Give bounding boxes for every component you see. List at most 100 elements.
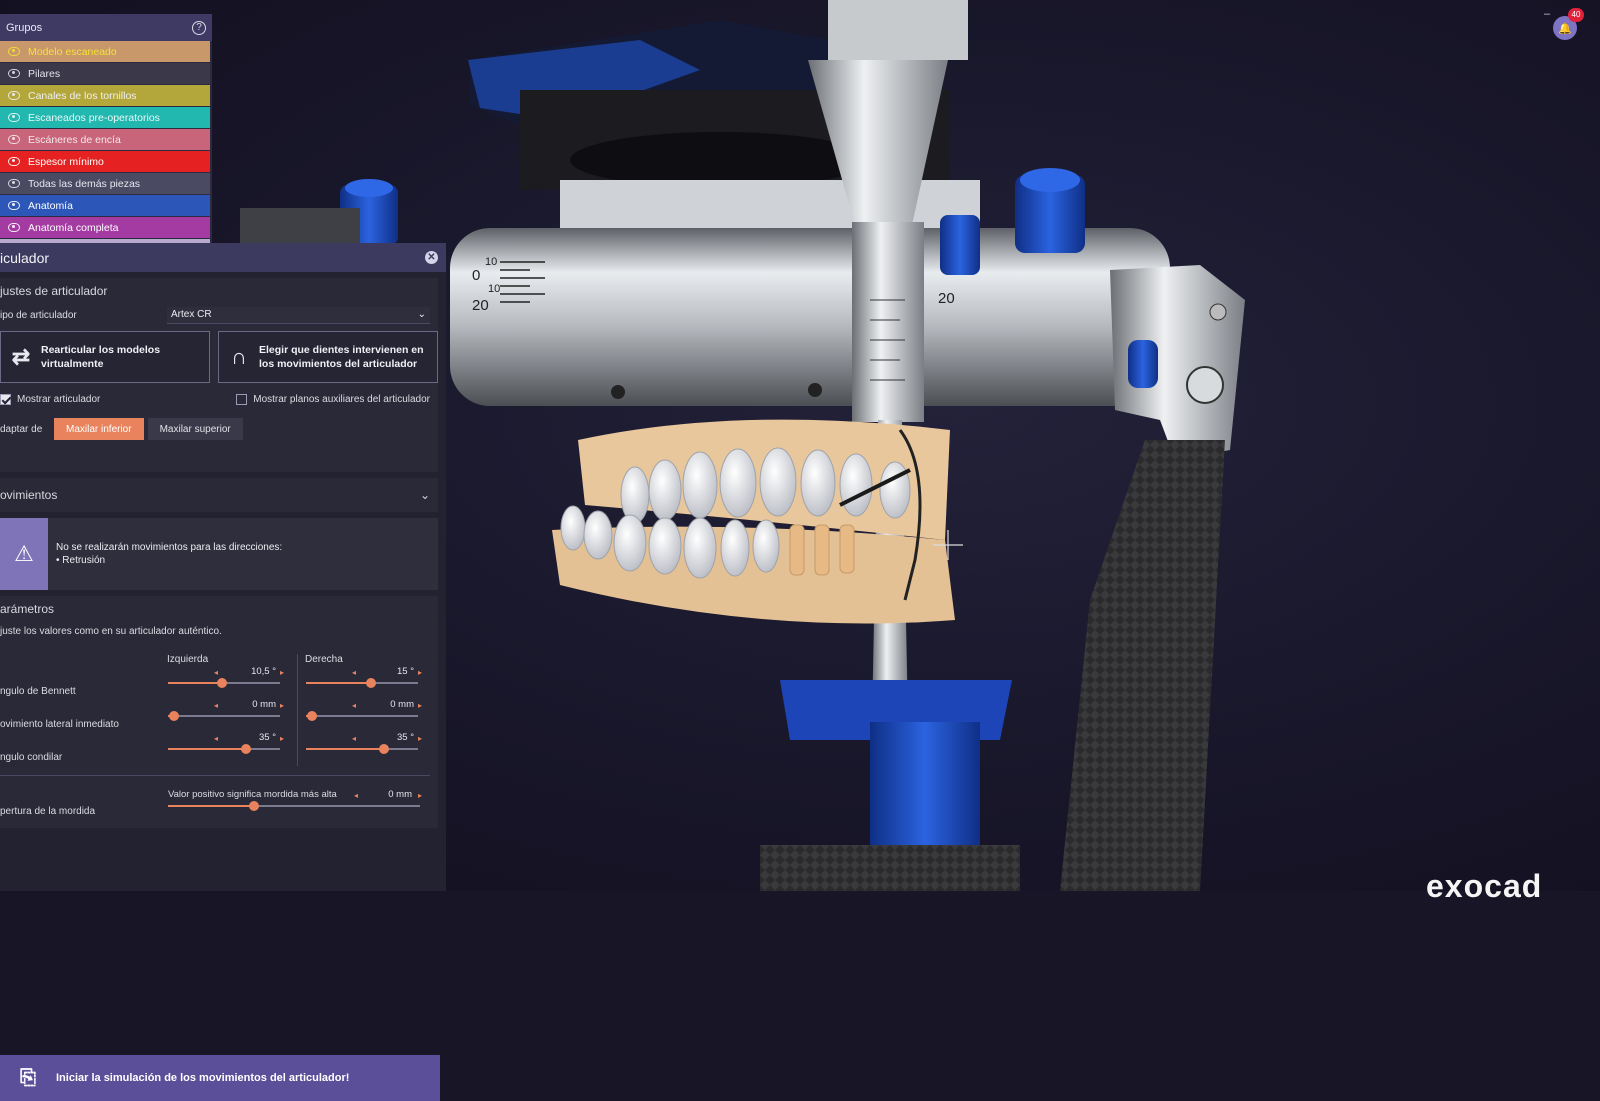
decrement-arrow-icon[interactable]: ◂	[214, 668, 218, 677]
eye-icon[interactable]	[8, 201, 20, 210]
groups-title: Grupos	[6, 21, 43, 34]
eye-icon[interactable]	[8, 157, 20, 166]
start-simulation-label: Iniciar la simulación de los movimientos…	[56, 1072, 350, 1084]
parameter-value-left[interactable]: 0 mm	[230, 699, 276, 710]
parameter-value-right[interactable]: 0 mm	[368, 699, 414, 710]
group-row[interactable]: Escáneres de encía	[0, 129, 210, 150]
help-icon[interactable]: ?	[192, 20, 206, 35]
slider-fill	[168, 805, 254, 807]
increment-arrow-icon[interactable]: ▸	[418, 791, 422, 800]
increment-arrow-icon[interactable]: ▸	[280, 668, 284, 677]
choose-teeth-button[interactable]: ∩ Elegir que dientes intervienen en los …	[218, 331, 438, 383]
decrement-arrow-icon[interactable]: ◂	[352, 734, 356, 743]
articulator-sim-icon: ⎘	[20, 1066, 36, 1089]
group-row[interactable]: Espesor mínimo	[0, 151, 210, 172]
slider-fill	[306, 682, 371, 684]
parameter-slider-left[interactable]	[168, 744, 280, 754]
bite-opening-value[interactable]: 0 mm	[372, 789, 412, 800]
group-row[interactable]: Escaneados pre-operatorios	[0, 107, 210, 128]
start-simulation-button[interactable]: ⎘ Iniciar la simulación de los movimient…	[0, 1055, 440, 1101]
rearticulate-button[interactable]: ⇄ Rearticular los modelos virtualmente	[0, 331, 210, 383]
swap-arrows-icon: ⇄	[11, 344, 31, 369]
dental-arch-icon: ∩	[231, 344, 247, 369]
group-row[interactable]: Anatomía completa	[0, 217, 210, 238]
scale-mark: 0	[472, 267, 480, 284]
eye-icon[interactable]	[8, 135, 20, 144]
group-row[interactable]: Pilares	[0, 63, 210, 84]
eye-icon[interactable]	[8, 47, 20, 56]
tab-lower-jaw[interactable]: Maxilar inferior	[54, 418, 144, 440]
show-articulator-checkbox[interactable]: Mostrar articulador	[0, 393, 100, 405]
eye-icon[interactable]	[8, 179, 20, 188]
increment-arrow-icon[interactable]: ▸	[280, 734, 284, 743]
group-label: Todas las demás piezas	[28, 177, 141, 190]
articulator-type-value: Artex CR	[171, 309, 212, 320]
parameter-slider-right[interactable]	[306, 744, 418, 754]
articulator-settings-header[interactable]: justes de articulador	[0, 278, 438, 304]
close-icon[interactable]: ✕	[425, 251, 438, 264]
slider-handle[interactable]	[365, 678, 376, 688]
increment-arrow-icon[interactable]: ▸	[418, 701, 422, 710]
show-aux-planes-checkbox[interactable]: Mostrar planos auxiliares del articulado…	[236, 393, 430, 405]
action-buttons: ⇄ Rearticular los modelos virtualmente ∩…	[0, 331, 438, 383]
parameter-slider-right[interactable]	[306, 711, 418, 721]
increment-arrow-icon[interactable]: ▸	[418, 668, 422, 677]
group-row[interactable]: Todas las demás piezas	[0, 173, 210, 194]
decrement-arrow-icon[interactable]: ◂	[214, 734, 218, 743]
brand-logo: exocad	[1426, 868, 1543, 904]
decrement-arrow-icon[interactable]: ◂	[214, 701, 218, 710]
bite-opening-slider[interactable]	[168, 801, 420, 811]
group-row[interactable]: Canales de los tornillos	[0, 85, 210, 106]
slider-handle[interactable]	[248, 801, 259, 811]
slider-handle[interactable]	[216, 678, 227, 688]
parameters-header[interactable]: arámetros	[0, 596, 438, 622]
decrement-arrow-icon[interactable]: ◂	[352, 668, 356, 677]
group-row[interactable]: Anatomía	[0, 195, 210, 216]
slider-fill	[306, 748, 385, 750]
increment-arrow-icon[interactable]: ▸	[280, 701, 284, 710]
bite-opening-hint: Valor positivo significa mordida más alt…	[168, 789, 337, 800]
slider-handle[interactable]	[168, 711, 179, 721]
group-label: Escáneres de encía	[28, 133, 121, 146]
column-divider	[297, 654, 298, 766]
tab-upper-jaw[interactable]: Maxilar superior	[147, 418, 243, 440]
bite-opening-label: pertura de la mordida	[0, 806, 96, 817]
adapt-label: daptar de	[0, 423, 43, 435]
decrement-arrow-icon[interactable]: ◂	[352, 701, 356, 710]
eye-icon[interactable]	[8, 69, 20, 78]
parameter-value-left[interactable]: 35 °	[230, 732, 276, 743]
movements-warning: ⚠ No se realizarán movimientos para las …	[0, 518, 438, 590]
scale-mark: 20	[938, 290, 955, 307]
parameter-value-left[interactable]: 10,5 °	[230, 666, 276, 677]
slider-handle[interactable]	[241, 744, 252, 754]
warning-direction: • Retrusión	[56, 555, 106, 566]
parameter-value-right[interactable]: 35 °	[368, 732, 414, 743]
section-title: justes de articulador	[0, 284, 108, 298]
scale-mark: 10	[488, 283, 500, 295]
slider-handle[interactable]	[379, 744, 390, 754]
parameter-slider-right[interactable]	[306, 678, 418, 688]
parameter-slider-left[interactable]	[168, 711, 280, 721]
parameter-label: ngulo de Bennett	[0, 686, 76, 697]
eye-icon[interactable]	[8, 113, 20, 122]
slider-handle[interactable]	[306, 711, 317, 721]
warning-text: No se realizarán movimientos para las di…	[56, 542, 283, 553]
increment-arrow-icon[interactable]: ▸	[418, 734, 422, 743]
group-row[interactable]: Modelo escaneado	[0, 41, 210, 62]
movements-header[interactable]: ovimientos ⌄	[0, 478, 438, 512]
checkbox-row: Mostrar articulador Mostrar planos auxil…	[0, 383, 438, 415]
articulator-type-select[interactable]: Artex CR ⌄	[167, 306, 430, 324]
parameter-slider-left[interactable]	[168, 678, 280, 688]
parameter-value-right[interactable]: 15 °	[368, 666, 414, 677]
minimize-button[interactable]: –	[1544, 8, 1550, 20]
eye-icon[interactable]	[8, 91, 20, 100]
eye-icon[interactable]	[8, 223, 20, 232]
chevron-down-icon: ⌄	[417, 309, 426, 320]
carbon-post	[1060, 440, 1225, 891]
checkbox-checked[interactable]	[0, 393, 11, 405]
decrement-arrow-icon[interactable]: ◂	[354, 791, 358, 800]
checkbox-unchecked[interactable]	[236, 393, 248, 405]
movements-section: ovimientos ⌄	[0, 478, 438, 512]
panel-title: iculador	[0, 249, 50, 266]
adapt-row: daptar de Maxilar inferior Maxilar super…	[0, 415, 438, 443]
